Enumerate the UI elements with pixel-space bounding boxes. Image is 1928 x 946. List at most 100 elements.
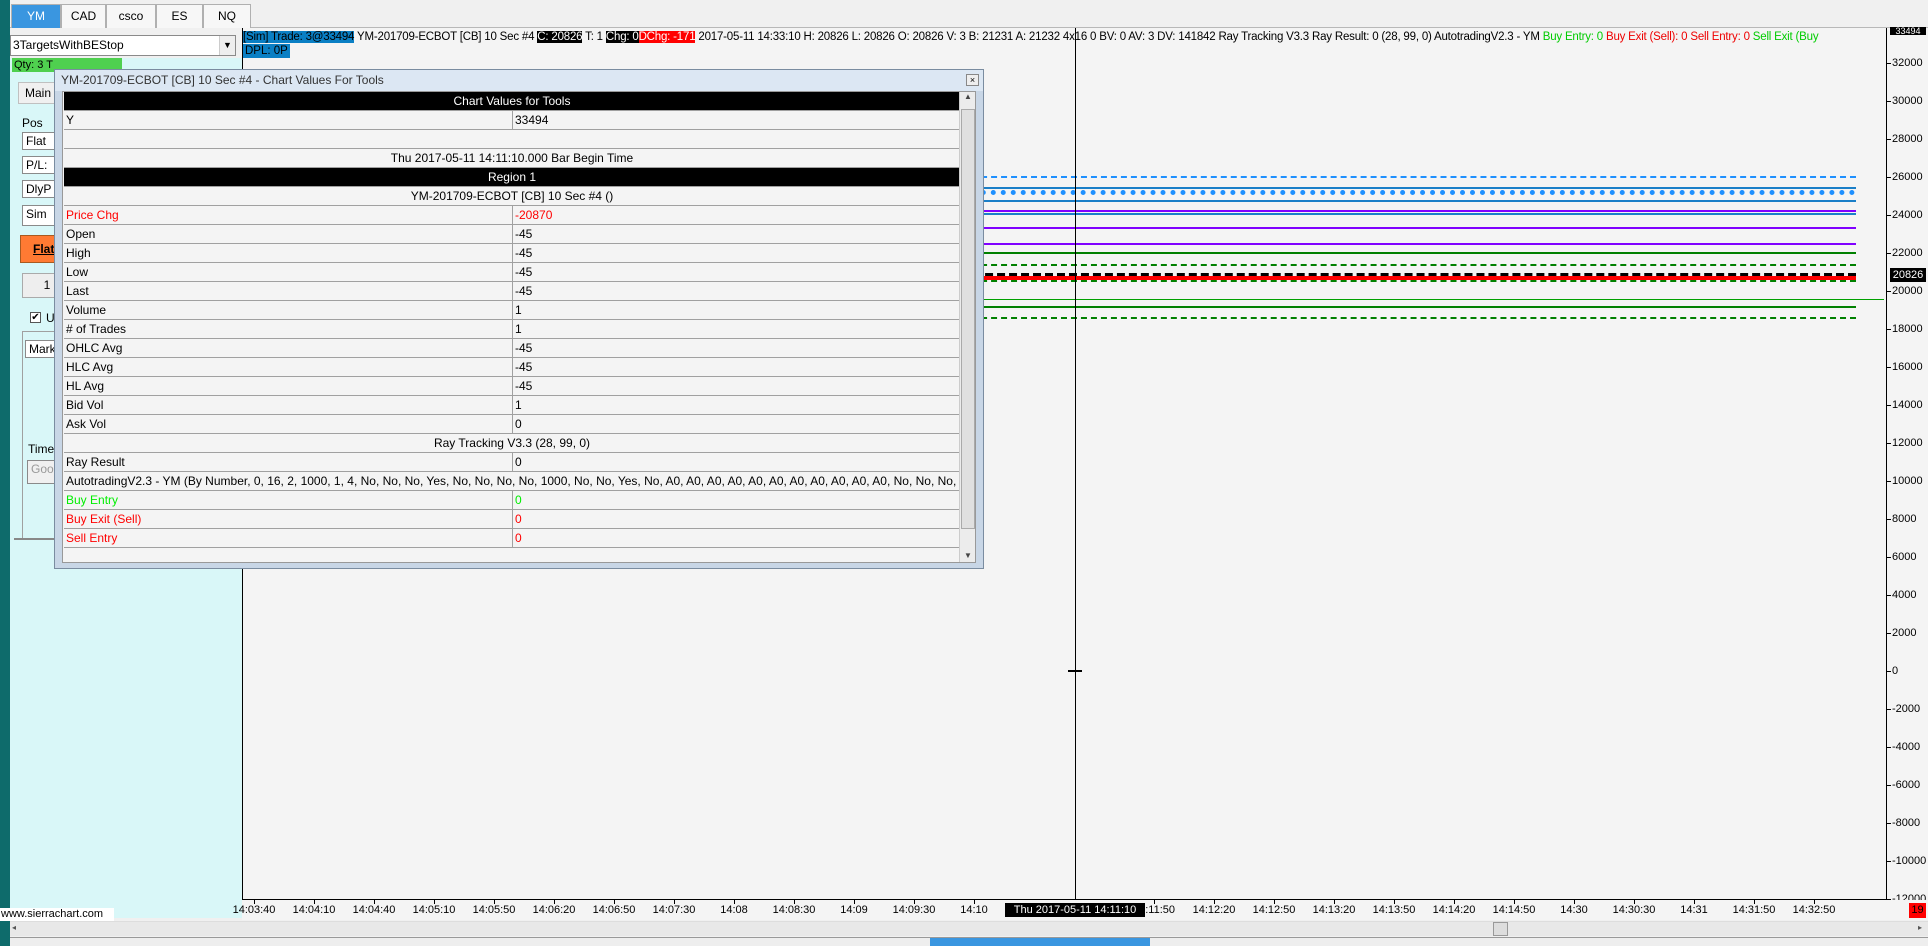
y-tick-label: 18000 <box>1892 323 1923 335</box>
row-value: -45 <box>512 244 532 262</box>
y-tick-label: 2000 <box>1892 627 1917 639</box>
y-tick-label: 10000 <box>1892 475 1923 487</box>
checkbox[interactable]: ✔ <box>30 312 41 323</box>
row-label: Buy Entry <box>66 493 119 507</box>
time-tick-label: 14:05:10 <box>412 904 456 916</box>
corner-badge: 19 <box>1909 903 1926 918</box>
y-tick-label: -6000 <box>1892 779 1921 791</box>
y-tick-label: 8000 <box>1892 513 1917 525</box>
y-tick <box>1887 443 1891 444</box>
strategy-select[interactable]: 3TargetsWithBEStop ▼ <box>10 35 236 56</box>
y-tick <box>1887 291 1891 292</box>
close-icon[interactable]: × <box>966 74 979 86</box>
time-in-force-label: Time <box>28 442 55 456</box>
y-tick <box>1887 557 1891 558</box>
table-row: OHLC Avg -45 <box>64 339 960 358</box>
y-tick-label: 30000 <box>1892 95 1923 107</box>
chartbook-tab-bar <box>10 0 1928 28</box>
time-tick-label: 14:30:30 <box>1612 904 1656 916</box>
scrollbar-thumb[interactable] <box>1493 922 1508 936</box>
row-value: 1 <box>512 396 522 414</box>
table-row <box>64 130 960 149</box>
tab-nq[interactable]: NQ <box>203 4 251 28</box>
row-value: 0 <box>512 453 522 471</box>
close-badge: C: 20826 <box>537 31 583 43</box>
table-row: Last -45 <box>64 282 960 301</box>
row-value: 0 <box>512 415 522 433</box>
trades-text: T: 1 <box>582 31 606 43</box>
table-row: HL Avg -45 <box>64 377 960 396</box>
crosshair-vertical <box>1075 28 1076 900</box>
values-rows: Chart Values for Tools Y 33494 Thu 2017-05-… <box>64 92 960 548</box>
chart-values-table: Chart Values for Tools Y 33494 Thu 2017-05-… <box>62 91 976 563</box>
time-tick-label: 14:03:40 <box>232 904 276 916</box>
watermark: www.sierrachart.com <box>0 908 114 921</box>
y-tick <box>1887 63 1891 64</box>
row-value: 0 <box>512 510 522 528</box>
y-tick <box>1887 861 1891 862</box>
time-tick-label: 14:07:30 <box>652 904 696 916</box>
table-row: Price Chg -20870 <box>64 206 960 225</box>
y-tick-label: 4000 <box>1892 589 1917 601</box>
buy-entry-text: Buy Entry: 0 <box>1542 31 1606 43</box>
bottom-tab-active[interactable] <box>930 938 1150 946</box>
row-label: Ask Vol <box>66 417 107 431</box>
y-tick-label: 20000 <box>1892 285 1923 297</box>
row-label: HLC Avg <box>66 360 114 374</box>
y-tick-label: 12000 <box>1892 437 1923 449</box>
y-tick-label: -2000 <box>1892 703 1921 715</box>
y-tick <box>1887 177 1891 178</box>
daily-change-badge: DChg: -171 <box>638 31 696 43</box>
time-tick-label: 14:06:20 <box>532 904 576 916</box>
time-tick-label: 14:06:50 <box>592 904 636 916</box>
table-row: Region 1 <box>64 168 960 187</box>
price-axis[interactable]: 32000 30000 28000 26000 24000 22000 20000 18000… <box>1886 28 1928 905</box>
y-tick <box>1887 481 1891 482</box>
scroll-up-icon[interactable]: ▲ <box>960 92 975 101</box>
time-tick-label: 14:31:50 <box>1732 904 1776 916</box>
table-row: Ray Result 0 <box>64 453 960 472</box>
time-tick-label: 14:30 <box>1560 904 1588 916</box>
tab-ym[interactable]: YM <box>11 4 61 28</box>
table-row: Sell Entry 0 <box>64 529 960 548</box>
scroll-right-icon[interactable]: ▸ <box>1918 923 1922 932</box>
y-tick <box>1887 329 1891 330</box>
scroll-left-icon[interactable]: ◂ <box>12 923 16 932</box>
horizontal-scrollbar[interactable] <box>10 921 1928 936</box>
time-tick-label: 14:05:50 <box>472 904 516 916</box>
row-value: -20870 <box>512 206 552 224</box>
row-value: -45 <box>512 282 532 300</box>
chevron-down-icon[interactable]: ▼ <box>219 36 235 55</box>
table-row: Y 33494 <box>64 111 960 130</box>
row-value: -45 <box>512 263 532 281</box>
table-row: Volume 1 <box>64 301 960 320</box>
pos-label: Pos <box>22 116 43 130</box>
row-label: Low <box>66 265 89 279</box>
row-label: Last <box>66 284 89 298</box>
window-title[interactable]: YM-201709-ECBOT [CB] 10 Sec #4 - Chart V… <box>55 70 983 91</box>
y-tick-label: 22000 <box>1892 247 1923 259</box>
y-tick-label: -10000 <box>1892 855 1927 867</box>
row-label: Price Chg <box>66 208 119 222</box>
window-edge <box>0 0 10 946</box>
time-tick-label: 14:09 <box>840 904 868 916</box>
sell-exit-text: Sell Exit (Buy <box>1752 31 1819 43</box>
row-value: 0 <box>512 529 522 547</box>
y-tick <box>1887 671 1891 672</box>
time-tick-label: 14:13:50 <box>1372 904 1416 916</box>
table-row: Low -45 <box>64 263 960 282</box>
tab-es[interactable]: ES <box>156 4 203 28</box>
scroll-down-icon[interactable]: ▼ <box>960 551 975 560</box>
vertical-scrollbar[interactable]: ▲ ▼ <box>959 92 975 562</box>
change-badge: Chg: 0 <box>605 31 639 43</box>
table-row: High -45 <box>64 244 960 263</box>
tab-cad[interactable]: CAD <box>61 4 106 28</box>
table-row: Ray Tracking V3.3 (28, 99, 0) <box>64 434 960 453</box>
scrollbar-thumb[interactable] <box>961 109 975 529</box>
table-row: YM-201709-ECBOT [CB] 10 Sec #4 () <box>64 187 960 206</box>
row-value: -45 <box>512 339 532 357</box>
row-value: -45 <box>512 358 532 376</box>
time-tick-label: 14:32:50 <box>1792 904 1836 916</box>
chart-values-window[interactable]: YM-201709-ECBOT [CB] 10 Sec #4 - Chart V… <box>54 69 984 569</box>
tab-csco[interactable]: csco <box>106 4 156 28</box>
